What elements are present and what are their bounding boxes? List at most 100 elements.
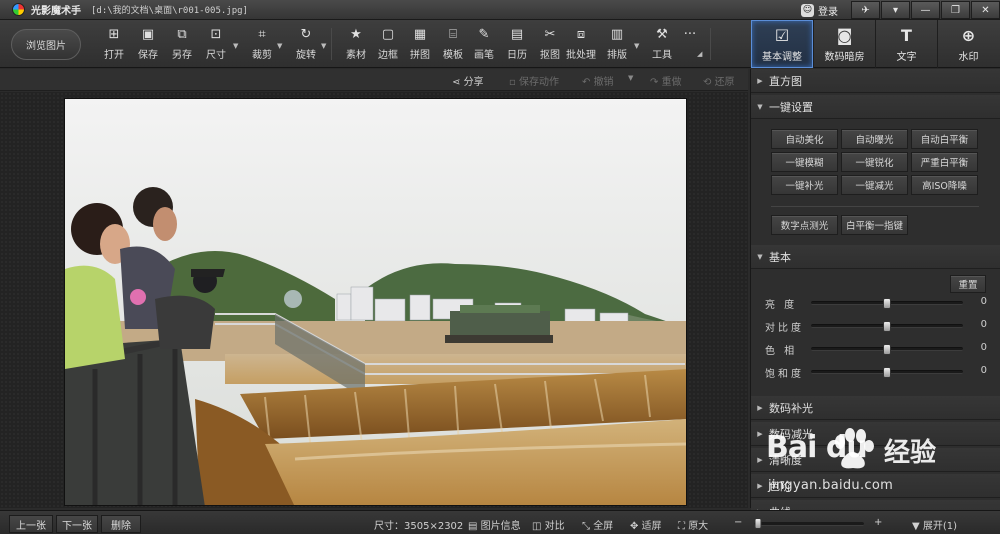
undo-dropdown-icon[interactable]: ▼ (628, 74, 633, 82)
delete-button[interactable]: 删除 (101, 515, 141, 533)
prev-image-button[interactable]: 上一张 (9, 515, 53, 533)
photo-image (65, 99, 686, 505)
tool-resize-button[interactable]: ⊡ 尺寸 (200, 26, 232, 64)
share-button[interactable]: ⋖ 分享 (452, 73, 484, 88)
collapsed-arrow-icon: ▶ (757, 76, 763, 85)
tool-rotate-button[interactable]: ↻ 旋转 (290, 26, 322, 64)
slider-knob[interactable] (883, 344, 891, 355)
one-click-button[interactable]: 一键模糊 (771, 152, 838, 172)
one-click-button[interactable]: 自动美化 (771, 129, 838, 149)
image-info-button[interactable]: ▤ 图片信息 (468, 517, 521, 532)
one-click-button[interactable]: 高ISO降噪 (911, 175, 978, 195)
browse-images-button[interactable]: 浏览图片 (11, 29, 81, 60)
tool-material-button[interactable]: ★ 素材 (340, 26, 372, 64)
tool-border-button[interactable]: ▢ 边框 (372, 26, 404, 64)
undo-icon: ↶ (582, 77, 594, 88)
tab-watermark[interactable]: ⊕ 水印 (937, 20, 999, 68)
section-one-click[interactable]: ▼ 一键设置 (751, 95, 1000, 119)
one-click-button[interactable]: 一键补光 (771, 175, 838, 195)
tool-brush-button[interactable]: ✎ 画笔 (468, 26, 500, 64)
tool-dropdown-icon[interactable]: ▼ (233, 42, 238, 50)
image-canvas[interactable] (0, 92, 748, 508)
section-collapsed[interactable]: ▶ 色阶 (751, 474, 1000, 498)
compare-button[interactable]: ◫ 对比 (532, 517, 565, 532)
fit-screen-button[interactable]: ✥ 适屏 (630, 517, 662, 532)
more-icon: ··· (683, 27, 697, 42)
zoom-slider[interactable] (754, 518, 864, 529)
section-collapsed[interactable]: ▶ 清晰度 (751, 448, 1000, 472)
section-collapsed[interactable]: ▶ 数码补光 (751, 396, 1000, 420)
tool-dropdown-icon[interactable]: ▼ (634, 42, 639, 50)
toolbar-separator (331, 28, 332, 60)
tool-dropdown-icon[interactable]: ▼ (321, 42, 326, 50)
more-dropdown-icon[interactable]: ◢ (697, 50, 702, 58)
tool-dropdown-icon[interactable]: ▼ (277, 42, 282, 50)
section-basic[interactable]: ▼ 基本 (751, 245, 1000, 269)
original-size-label: 原大 (688, 521, 709, 532)
tool-open-button[interactable]: ⊞ 打开 (98, 26, 130, 64)
one-click-button[interactable]: 严重白平衡 (911, 152, 978, 172)
save-action-button[interactable]: ▫ 保存动作 (509, 73, 559, 88)
one-click-button[interactable]: 自动曝光 (841, 129, 908, 149)
one-click-button[interactable]: 一键减光 (841, 175, 908, 195)
adjust-slider[interactable] (811, 344, 963, 355)
tool-save-as-button[interactable]: ⧉ 另存 (166, 26, 198, 64)
tab-text[interactable]: T 文字 (875, 20, 937, 68)
fullscreen-button[interactable]: ⤡ 全屏 (582, 517, 613, 532)
zoom-slider-knob[interactable] (754, 518, 762, 529)
more-tools-button[interactable]: ··· (676, 26, 704, 64)
tool-cutout-button[interactable]: ✂ 抠图 (534, 26, 566, 64)
tool-calendar-button[interactable]: ▤ 日历 (501, 26, 533, 64)
restore-button[interactable]: ⟲ 还原 (703, 73, 735, 88)
tab-basic-adjust[interactable]: ☑ 基本调整 (751, 20, 813, 68)
one-click-button[interactable]: 一键锐化 (841, 152, 908, 172)
redo-button[interactable]: ↷ 重做 (650, 73, 682, 88)
section-collapsed[interactable]: ▶ 数码减光 (751, 422, 1000, 446)
slider-row: 亮 度 0 (765, 295, 987, 311)
one-click-button[interactable]: 自动白平衡 (911, 129, 978, 149)
tool-template-button[interactable]: ⌸ 模板 (437, 26, 469, 64)
photo-preview[interactable] (64, 98, 687, 506)
status-bar: 上一张 下一张 删除 尺寸：3505×2302 ▤ 图片信息 ◫ 对比 ⤡ 全屏… (0, 510, 1000, 534)
zoom-in-button[interactable]: + (874, 517, 882, 528)
menu-button[interactable]: ▾ (881, 1, 910, 19)
collapsed-arrow-icon: ▶ (757, 429, 763, 438)
tool-save-button[interactable]: ▣ 保存 (132, 26, 164, 64)
adjust-slider[interactable] (811, 298, 963, 309)
reset-button[interactable]: 重置 (950, 275, 986, 293)
redo-label: 重做 (661, 77, 682, 88)
tool-puzzle-button[interactable]: ▦ 拼图 (404, 26, 436, 64)
tool-label: 工具 (652, 50, 672, 61)
slider-knob[interactable] (883, 367, 891, 378)
next-image-button[interactable]: 下一张 (56, 515, 98, 533)
title-bar-controls: ☺ 登录 ✈ ▾ — ❐ ✕ (793, 0, 1000, 20)
undo-button[interactable]: ↶ 撤销 (582, 73, 614, 88)
tool-batch-button[interactable]: ⧈ 批处理 (565, 26, 597, 64)
expand-button[interactable]: ▼ 展开(1) (912, 517, 957, 532)
section-histogram[interactable]: ▶ 直方图 (751, 69, 1000, 93)
slider-knob[interactable] (883, 321, 891, 332)
original-size-button[interactable]: ⛶ 原大 (678, 517, 708, 532)
tab-darkroom[interactable]: ◙ 数码暗房 (813, 20, 875, 68)
section-title: 一键设置 (769, 100, 813, 114)
zoom-out-button[interactable]: − (734, 517, 742, 528)
tool-label: 打开 (104, 50, 124, 61)
white-balance-picker-button[interactable]: 白平衡一指键 (841, 215, 908, 235)
redo-icon: ↷ (650, 77, 662, 88)
tool-crop-button[interactable]: ⌗ 裁剪 (246, 26, 278, 64)
minimize-button[interactable]: — (911, 1, 940, 19)
close-button[interactable]: ✕ (971, 1, 1000, 19)
section-title: 清晰度 (769, 453, 802, 467)
fit-icon: ✥ (630, 521, 642, 532)
tool-tools-button[interactable]: ⚒ 工具 (646, 26, 678, 64)
slider-value: 0 (980, 365, 987, 376)
maximize-button[interactable]: ❐ (941, 1, 970, 19)
tool-layout-button[interactable]: ▥ 排版 (601, 26, 633, 64)
adjust-slider[interactable] (811, 321, 963, 332)
skin-button[interactable]: ✈ (851, 1, 880, 19)
adjust-slider[interactable] (811, 367, 963, 378)
slider-knob[interactable] (883, 298, 891, 309)
spot-metering-button[interactable]: 数字点测光 (771, 215, 838, 235)
login-button[interactable]: ☺ 登录 (793, 0, 850, 20)
divider (771, 206, 979, 207)
